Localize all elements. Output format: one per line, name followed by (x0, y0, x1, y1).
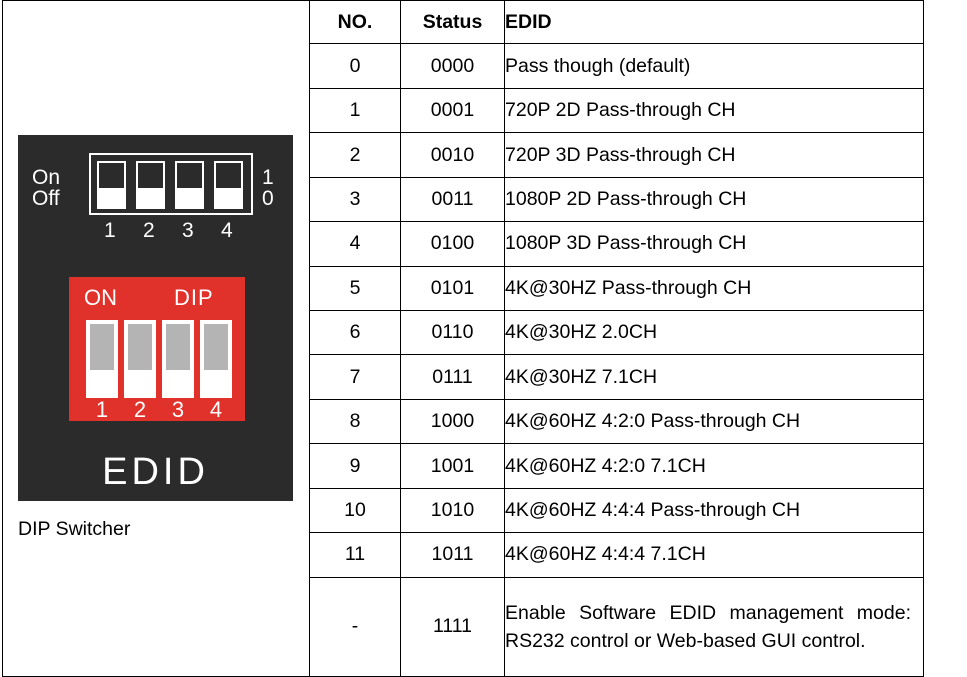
row-edid: 4K@30HZ 2.0CH (504, 310, 924, 356)
red-num-1: 1 (95, 397, 109, 422)
one-label: 1 (262, 166, 274, 189)
top-switch-3 (175, 161, 204, 209)
top-switch-4 (214, 161, 243, 209)
top-num-3: 3 (182, 219, 194, 242)
red-dip-switch: ON DIP 1 2 3 4 (69, 277, 245, 421)
row-edid: 1080P 2D Pass-through CH (504, 176, 924, 223)
row-no: 0 (309, 43, 401, 89)
top-num-2: 2 (143, 219, 155, 242)
row-status: 1001 (400, 443, 505, 489)
row-edid: 4K@30HZ 7.1CH (504, 354, 924, 400)
edid-label: EDID (102, 451, 209, 493)
red-on-label: ON (84, 285, 117, 310)
top-switch-1 (97, 161, 126, 209)
row-edid: Pass though (default) (504, 43, 924, 89)
row-status: 1010 (400, 487, 505, 534)
on-label: On (32, 166, 61, 189)
row-edid: 4K@60HZ 4:2:0 Pass-through CH (504, 398, 924, 445)
red-switch-2 (124, 320, 156, 398)
top-num-4: 4 (221, 219, 233, 242)
row-no: 10 (309, 487, 401, 534)
row-status: 0011 (400, 176, 505, 223)
row-edid: 720P 2D Pass-through CH (504, 87, 924, 134)
red-switch-4 (200, 320, 232, 398)
header-no: NO. (309, 0, 401, 45)
row-status: 0101 (400, 265, 505, 312)
table-header-row: NO. Status EDID (2, 0, 924, 677)
row-status: 0100 (400, 221, 505, 267)
row-no: 6 (309, 310, 401, 356)
row-no: 8 (309, 398, 401, 445)
zero-label: 0 (262, 187, 274, 210)
row-status: 0111 (400, 354, 505, 400)
row-no: 4 (309, 221, 401, 267)
red-num-4: 4 (209, 397, 223, 422)
red-num-2: 2 (133, 397, 147, 422)
header-edid: EDID (504, 0, 924, 45)
red-switch-3 (162, 320, 194, 398)
row-no: 1 (309, 87, 401, 134)
row-edid: 1080P 3D Pass-through CH (504, 221, 924, 267)
row-no: - (309, 576, 401, 677)
dip-caption: DIP Switcher (18, 518, 131, 540)
red-dip-label: DIP (174, 285, 214, 310)
off-label: Off (32, 187, 60, 210)
row-no: 5 (309, 265, 401, 312)
red-num-3: 3 (171, 397, 185, 422)
row-no: 9 (309, 443, 401, 489)
row-status: 1000 (400, 398, 505, 445)
row-edid: 720P 3D Pass-through CH (504, 132, 924, 178)
top-switch-2 (136, 161, 165, 209)
top-switch-frame (89, 153, 253, 215)
row-edid: 4K@60HZ 4:2:0 7.1CH (504, 443, 924, 489)
row-edid: 4K@60HZ 4:4:4 Pass-through CH (504, 487, 924, 534)
row-edid: 4K@30HZ Pass-through CH (504, 265, 924, 312)
red-switch-1 (86, 320, 118, 398)
row-edid: Enable Software EDID management mode: RS… (504, 576, 924, 677)
row-no: 11 (309, 532, 401, 578)
row-edid: 4K@60HZ 4:4:4 7.1CH (504, 532, 924, 578)
header-status: Status (400, 0, 505, 45)
row-status: 0110 (400, 310, 505, 356)
row-status: 0000 (400, 43, 505, 89)
dip-switch-illustration: On Off 1 0 1 2 3 4 ON DIP 1 2 3 4 EDID (18, 135, 293, 501)
row-no: 7 (309, 354, 401, 400)
top-num-1: 1 (104, 219, 116, 242)
row-status: 0001 (400, 87, 505, 134)
row-status: 1011 (400, 532, 505, 578)
row-status: 0010 (400, 132, 505, 178)
row-no: 3 (309, 176, 401, 223)
row-no: 2 (309, 132, 401, 178)
row-status: 1111 (400, 576, 505, 677)
